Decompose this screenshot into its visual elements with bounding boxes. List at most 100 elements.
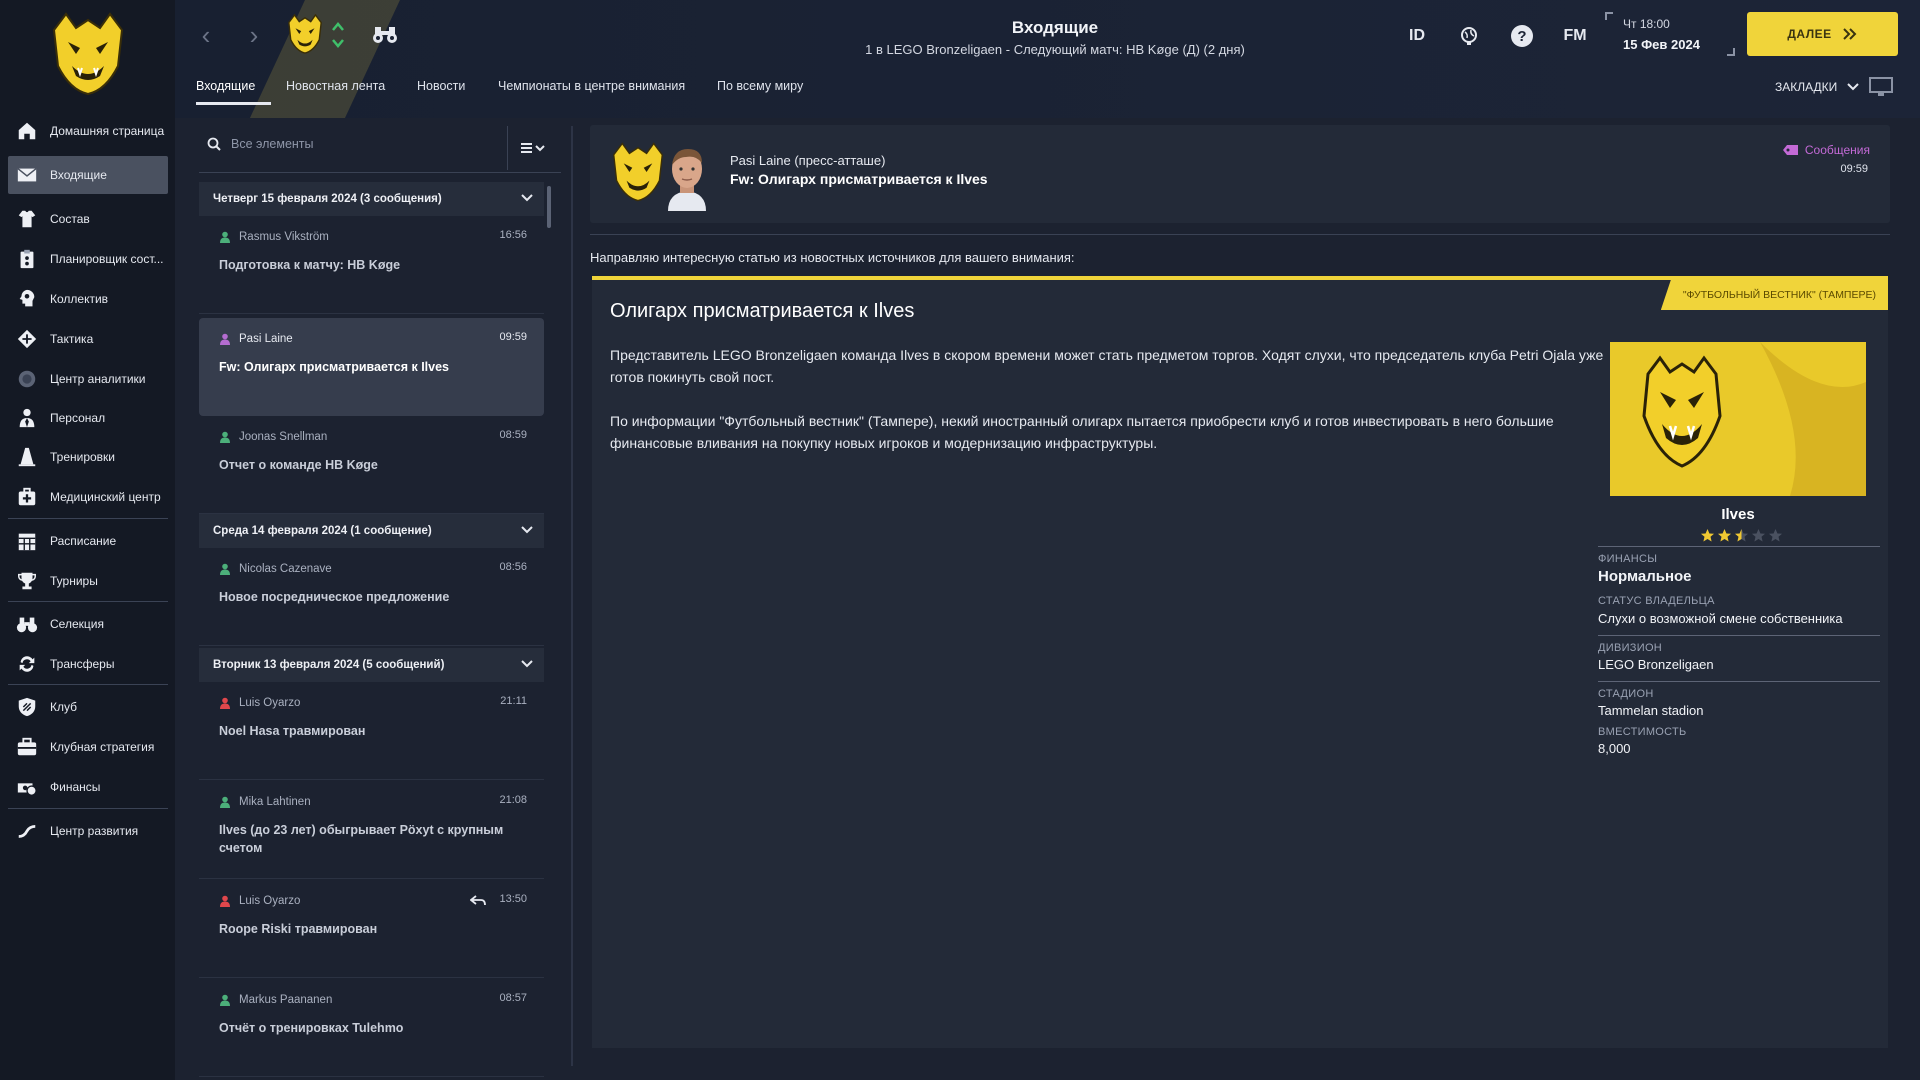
sidebar-item-tactics[interactable]: Тактика [8, 320, 168, 358]
bookmarks-menu[interactable]: ЗАКЛАДКИ [1775, 77, 1894, 97]
person-icon [220, 431, 230, 443]
message-time: 21:11 [500, 695, 527, 707]
continue-label: ДАЛЕЕ [1787, 27, 1832, 41]
filter-button[interactable] [507, 126, 557, 170]
sidebar-item-competitions[interactable]: Турниры [8, 562, 168, 600]
binoculars-icon[interactable] [372, 25, 398, 45]
person-icon [220, 563, 230, 575]
club-crest-icon[interactable] [285, 14, 325, 54]
list-item[interactable]: Rasmus Vikström 16:56 Подготовка к матчу… [199, 216, 544, 314]
club-rating-stars [1700, 528, 1783, 543]
club-name[interactable]: Ilves [1610, 506, 1866, 523]
message-intro: Направляю интересную статью из новостных… [590, 250, 1075, 265]
message-subject: Отчет о команде HB Køge [219, 458, 378, 472]
sidebar-item-medical[interactable]: Медицинский центр [8, 478, 168, 516]
club-crest-logo[interactable] [46, 12, 130, 96]
id-button[interactable]: ID [1405, 24, 1429, 48]
sidebar-item-schedule[interactable]: Расписание [8, 522, 168, 560]
message-subject: Подготовка к матчу: HB Køge [219, 258, 401, 272]
reply-icon [470, 895, 486, 906]
sidebar-item-label: Турниры [50, 574, 98, 588]
chevron-down-icon [521, 194, 533, 202]
owner-status-label: СТАТУС ВЛАДЕЛЬЦА [1598, 595, 1715, 607]
tab-around-world[interactable]: По всему миру [717, 75, 803, 105]
bookmarks-label: ЗАКЛАДКИ [1775, 80, 1838, 94]
sidebar-item-planner[interactable]: Планировщик сост... [8, 240, 168, 278]
sidebar-item-analytics[interactable]: Центр аналитики [8, 360, 168, 398]
sidebar-item-scouting[interactable]: Селекция [8, 605, 168, 643]
day-group-header[interactable]: Среда 14 февраля 2024 (1 сообщение) [199, 514, 544, 548]
list-item[interactable]: Nicolas Cazenave 08:56 Новое посредничес… [199, 548, 544, 646]
sidebar-item-transfers[interactable]: Трансферы [8, 645, 168, 683]
list-scrollbar[interactable] [547, 186, 551, 228]
list-item[interactable]: Markus Paananen 08:57 Отчёт о тренировка… [199, 979, 544, 1077]
message-subject: Ilves (до 23 лет) обыгрывает Pöxyt с кру… [219, 823, 504, 855]
message-category-label: Сообщения [1804, 143, 1870, 157]
monitor-icon[interactable] [1869, 77, 1894, 97]
club-switch-icon[interactable] [331, 20, 345, 50]
message-subject: Roope Riski травмирован [219, 922, 378, 936]
article-body: Представитель LEGO Bronzeligaen команда … [610, 344, 1610, 476]
list-item[interactable]: Luis Oyarzo 13:50 Roope Riski травмирова… [199, 880, 544, 978]
sidebar-item-club[interactable]: Клуб [8, 688, 168, 726]
sidebar-item-inbox[interactable]: Входящие [8, 156, 168, 194]
message-category-tag[interactable]: Сообщения [1782, 143, 1870, 157]
person-icon [220, 231, 230, 243]
stadium-label: СТАДИОН [1598, 688, 1654, 700]
day-group-header[interactable]: Вторник 13 февраля 2024 (5 сообщений) [199, 648, 544, 682]
briefcase-icon [14, 735, 40, 759]
sender-avatar [668, 149, 706, 211]
fm-menu-button[interactable]: FM [1560, 24, 1590, 48]
sender-name: Luis Oyarzo [239, 895, 301, 907]
globe-icon[interactable] [1457, 24, 1481, 48]
list-item[interactable]: Mika Lahtinen 21:08 Ilves (до 23 лет) об… [199, 781, 544, 879]
back-arrow-icon[interactable]: ‹ [195, 22, 217, 50]
sidebar-item-label: Клуб [50, 700, 77, 714]
person-icon [220, 796, 230, 808]
stadium-value[interactable]: Tammelan stadion [1598, 703, 1880, 718]
sidebar-item-development[interactable]: Центр развития [8, 812, 168, 850]
message-header: Pasi Laine (пресс-атташе) Fw: Олигарх пр… [590, 125, 1890, 223]
sender-row: Nicolas Cazenave [219, 563, 332, 575]
list-item[interactable]: Luis Oyarzo 21:11 Noel Hasa травмирован [199, 682, 544, 780]
sidebar-item-label: Расписание [50, 534, 117, 548]
game-time: Чт 18:00 [1623, 17, 1670, 31]
list-item[interactable]: Joonas Snellman 08:59 Отчет о команде HB… [199, 416, 544, 514]
list-item-selected[interactable]: Pasi Laine 09:59 Fw: Олигарх присматрива… [199, 318, 544, 416]
news-source-badge[interactable]: "ФУТБОЛЬНЫЙ ВЕСТНИК" (ТАМПЕРЕ) [1660, 280, 1888, 310]
message-list-panel: Четверг 15 февраля 2024 (3 сообщения) Ra… [195, 118, 573, 1080]
help-icon[interactable]: ? [1509, 24, 1535, 48]
sidebar-item-label: Планировщик сост... [50, 252, 164, 266]
game-date: 15 Фев 2024 [1623, 37, 1700, 52]
continue-button[interactable]: ДАЛЕЕ [1747, 12, 1898, 56]
sidebar-item-training[interactable]: Тренировки [8, 438, 168, 476]
sidebar-item-club-vision[interactable]: Клубная стратегия [8, 728, 168, 766]
club-image [1610, 342, 1866, 496]
message-sender[interactable]: Pasi Laine (пресс-атташе) [730, 153, 885, 168]
shirt-icon [14, 207, 40, 231]
sidebar-item-squad[interactable]: Состав [8, 200, 168, 238]
sender-row: Luis Oyarzo [219, 895, 300, 907]
message-subject: Noel Hasa травмирован [219, 724, 366, 738]
message-time: 08:56 [499, 561, 527, 573]
finance-value: Нормальное [1598, 568, 1692, 585]
sidebar-item-finances[interactable]: Финансы [8, 768, 168, 806]
forward-arrow-icon[interactable]: › [243, 22, 265, 50]
division-value[interactable]: LEGO Bronzeligaen [1598, 657, 1880, 672]
star-icon [1769, 529, 1782, 542]
sidebar-item-staff[interactable]: Персонал [8, 399, 168, 437]
search-box[interactable] [199, 126, 504, 162]
sidebar-item-label: Домашняя страница [50, 124, 165, 138]
tab-competitions-spotlight[interactable]: Чемпионаты в центре внимания [498, 75, 685, 105]
sender-name: Joonas Snellman [239, 431, 328, 443]
search-input[interactable] [231, 137, 481, 151]
sender-name: Markus Paananen [239, 994, 333, 1006]
day-group-header[interactable]: Четверг 15 февраля 2024 (3 сообщения) [199, 182, 544, 216]
message-subject: Отчёт о тренировках Tulehmo [219, 1021, 404, 1035]
list-divider [571, 126, 573, 1066]
sidebar-item-home[interactable]: Домашняя страница [8, 112, 168, 150]
sidebar-item-dynamics[interactable]: Коллектив [8, 280, 168, 318]
tab-news[interactable]: Новости [417, 75, 465, 105]
tab-inbox[interactable]: Входящие [196, 75, 271, 105]
tab-news-feed[interactable]: Новостная лента [286, 75, 385, 105]
